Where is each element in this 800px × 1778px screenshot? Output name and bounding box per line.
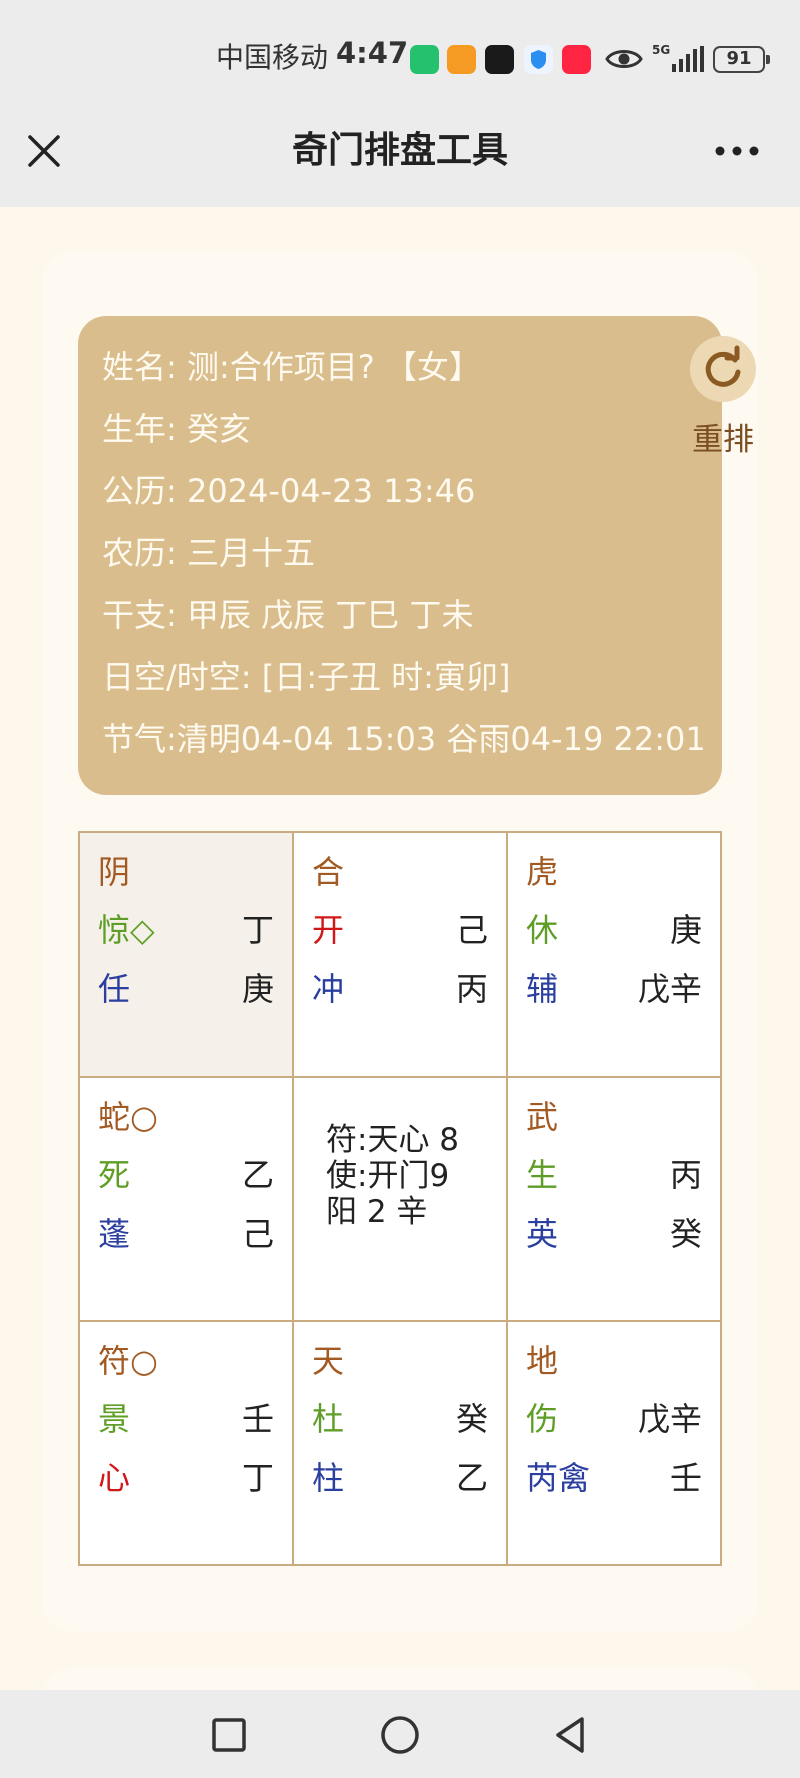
palace-cell[interactable]: 阴 惊◇ 任 丁 庚 xyxy=(80,833,294,1078)
battery-indicator: 91 xyxy=(713,46,770,73)
carrier-label: 中国移动 xyxy=(216,41,329,74)
eye-icon xyxy=(605,50,643,68)
palace-star: 英 xyxy=(526,1215,559,1253)
app-header: 奇门排盘工具 xyxy=(0,95,800,207)
system-nav-bar xyxy=(0,1690,800,1778)
redo-label: 重排 xyxy=(692,422,754,458)
palace-cell[interactable]: 天 杜 柱 癸 乙 xyxy=(294,1322,508,1564)
center-fu: 符:天心 8 xyxy=(326,1122,460,1158)
shield-app-icon xyxy=(524,45,553,74)
palace-god: 符○ xyxy=(98,1342,158,1380)
palace-earth-stem: 庚 xyxy=(241,970,274,1008)
palace-star: 辅 xyxy=(526,970,559,1008)
palace-heaven-stem: 丙 xyxy=(669,1156,702,1194)
palace-heaven-stem: 乙 xyxy=(241,1156,274,1194)
info-jieqi: 节气:清明04-04 15:03 谷雨04-19 22:01 xyxy=(102,720,706,758)
palace-earth-stem: 丁 xyxy=(241,1459,274,1497)
wechat-app-icon xyxy=(410,45,439,74)
palace-door: 开 xyxy=(312,911,345,949)
palace-star: 蓬 xyxy=(98,1215,131,1253)
palace-god: 虎 xyxy=(526,853,559,891)
palace-heaven-stem: 壬 xyxy=(241,1400,274,1438)
palace-heaven-stem: 己 xyxy=(455,911,488,949)
page-title: 奇门排盘工具 xyxy=(291,130,508,171)
back-triangle-icon xyxy=(556,1717,584,1753)
palace-cell[interactable]: 符○ 景 心 壬 丁 xyxy=(80,1322,294,1564)
orange-app-icon xyxy=(447,45,476,74)
palace-earth-stem: 己 xyxy=(241,1215,274,1253)
home-button[interactable] xyxy=(379,1714,421,1756)
palace-earth-stem: 壬 xyxy=(669,1459,702,1497)
palace-god: 合 xyxy=(312,853,345,891)
qimen-grid: 阴 惊◇ 任 丁 庚 合 开 冲 己 丙 虎 休 辅 庚 戊辛 蛇○ 死 蓬 乙… xyxy=(78,831,722,1566)
palace-cell[interactable]: 合 开 冲 己 丙 xyxy=(294,833,508,1078)
palace-door: 伤 xyxy=(526,1400,559,1438)
status-bar: 中国移动 4:47 5G 91 xyxy=(0,0,800,95)
palace-door: 死 xyxy=(98,1156,131,1194)
palace-star: 任 xyxy=(98,970,131,1008)
palace-god: 地 xyxy=(526,1342,559,1380)
info-birth-year: 生年: 癸亥 xyxy=(102,410,251,448)
palace-god: 天 xyxy=(312,1342,345,1380)
palace-earth-stem: 丙 xyxy=(455,970,488,1008)
palace-god: 蛇○ xyxy=(98,1098,158,1136)
circle-icon xyxy=(381,1716,419,1754)
info-kong: 日空/时空: [日:子丑 时:寅卯] xyxy=(102,658,511,696)
recent-apps-button[interactable] xyxy=(208,1714,250,1756)
palace-door: 惊◇ xyxy=(98,911,155,949)
refresh-icon xyxy=(690,336,756,402)
palace-door: 景 xyxy=(98,1400,131,1438)
palace-heaven-stem: 庚 xyxy=(669,911,702,949)
palace-star: 柱 xyxy=(312,1459,345,1497)
palace-star: 冲 xyxy=(312,970,345,1008)
center-shi: 使:开门9 xyxy=(326,1158,450,1194)
xiaohongshu-app-icon xyxy=(562,45,591,74)
close-icon xyxy=(28,135,60,167)
info-solar-date: 公历: 2024-04-23 13:46 xyxy=(102,472,476,510)
square-icon xyxy=(212,1718,246,1752)
palace-heaven-stem: 戊辛 xyxy=(637,1400,702,1438)
palace-cell[interactable]: 地 伤 芮禽 戊辛 壬 xyxy=(508,1322,720,1564)
palace-cell[interactable]: 蛇○ 死 蓬 乙 己 xyxy=(80,1078,294,1322)
palace-heaven-stem: 癸 xyxy=(455,1400,488,1438)
palace-cell[interactable]: 武 生 英 丙 癸 xyxy=(508,1078,720,1322)
palace-cell[interactable]: 虎 休 辅 庚 戊辛 xyxy=(508,833,720,1078)
more-options-button[interactable] xyxy=(712,139,762,163)
signal-icon xyxy=(672,46,704,72)
clock: 4:47 xyxy=(336,36,409,70)
network-type: 5G xyxy=(652,43,671,57)
palace-door: 休 xyxy=(526,911,559,949)
center-palace-cell[interactable]: 符:天心 8 使:开门9 阳 2 辛 xyxy=(294,1078,508,1322)
close-button[interactable] xyxy=(24,131,64,171)
palace-earth-stem: 乙 xyxy=(455,1459,488,1497)
palace-door: 生 xyxy=(526,1156,559,1194)
palace-star: 心 xyxy=(98,1459,131,1497)
palace-star: 芮禽 xyxy=(526,1459,591,1497)
info-lunar-date: 农历: 三月十五 xyxy=(102,534,315,572)
palace-earth-stem: 癸 xyxy=(669,1215,702,1253)
info-name: 姓名: 测:合作项目? 【女】 xyxy=(102,348,481,386)
black-app-icon xyxy=(485,45,514,74)
redo-button[interactable]: 重排 xyxy=(608,336,756,458)
palace-earth-stem: 戊辛 xyxy=(637,970,702,1008)
palace-heaven-stem: 丁 xyxy=(241,911,274,949)
info-ganzhi: 干支: 甲辰 戊辰 丁巳 丁未 xyxy=(102,596,474,634)
center-ju: 阳 2 辛 xyxy=(326,1194,428,1230)
palace-god: 武 xyxy=(526,1098,559,1136)
info-panel: 姓名: 测:合作项目? 【女】 生年: 癸亥 公历: 2024-04-23 13… xyxy=(78,316,756,795)
center-info: 符:天心 8 使:开门9 阳 2 辛 xyxy=(326,1122,459,1230)
more-dots-icon xyxy=(715,146,759,156)
palace-door: 杜 xyxy=(312,1400,345,1438)
palace-god: 阴 xyxy=(98,853,131,891)
back-button[interactable] xyxy=(550,1714,592,1756)
